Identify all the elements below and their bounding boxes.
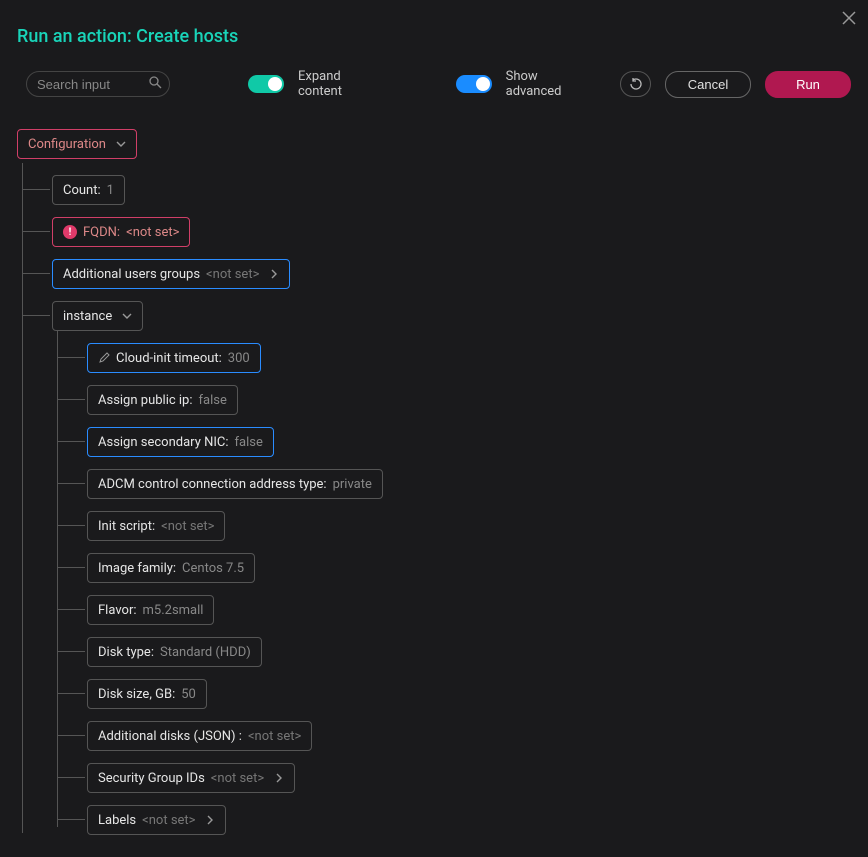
node-value: false xyxy=(234,435,262,450)
chevron-right-icon xyxy=(269,269,279,279)
node-label: Security Group IDs xyxy=(98,771,205,786)
node-value: 300 xyxy=(228,351,250,366)
flavor-node[interactable]: Flavor: m5.2small xyxy=(87,595,214,625)
node-value: 50 xyxy=(181,687,196,702)
node-value: m5.2small xyxy=(143,603,204,618)
run-button[interactable]: Run xyxy=(765,71,851,98)
node-label: Disk type: xyxy=(98,645,154,660)
node-value: false xyxy=(199,393,227,408)
node-value: 1 xyxy=(107,183,114,198)
disk-type-node[interactable]: Disk type: Standard (HDD) xyxy=(87,637,262,667)
show-advanced-label: Show advanced xyxy=(506,69,593,99)
chevron-right-icon xyxy=(274,773,284,783)
node-label: Cloud-init timeout: xyxy=(116,351,222,366)
assign-secondary-nic-node[interactable]: Assign secondary NIC: false xyxy=(87,427,274,457)
node-label: Additional disks (JSON) : xyxy=(98,729,242,744)
dialog-title: Run an action: Create hosts xyxy=(0,0,868,59)
search-icon xyxy=(149,76,162,93)
node-value: <not set> xyxy=(211,771,264,786)
node-value: private xyxy=(333,477,372,492)
image-family-node[interactable]: Image family: Centos 7.5 xyxy=(87,553,255,583)
expand-content-label: Expand content xyxy=(298,69,384,99)
node-label: Configuration xyxy=(28,137,106,152)
cloud-init-timeout-node[interactable]: Cloud-init timeout: 300 xyxy=(87,343,261,373)
additional-disks-node[interactable]: Additional disks (JSON) : <not set> xyxy=(87,721,312,751)
configuration-node[interactable]: Configuration xyxy=(17,129,137,159)
chevron-down-icon xyxy=(122,311,132,321)
node-label: Additional users groups xyxy=(63,267,200,282)
warning-icon: ! xyxy=(63,225,77,239)
node-label: Image family: xyxy=(98,561,176,576)
node-label: Flavor: xyxy=(98,603,137,618)
node-label: Count: xyxy=(63,183,101,198)
node-label: ADCM control connection address type: xyxy=(98,477,327,492)
instance-node[interactable]: instance xyxy=(52,301,143,331)
reset-button[interactable] xyxy=(620,71,651,97)
node-label: Assign secondary NIC: xyxy=(98,435,228,450)
node-label: Init script: xyxy=(98,519,155,534)
adcm-address-type-node[interactable]: ADCM control connection address type: pr… xyxy=(87,469,383,499)
node-value: <not set> xyxy=(248,729,301,744)
node-label: Disk size, GB: xyxy=(98,687,175,702)
node-value: <not set> xyxy=(161,519,214,534)
show-advanced-toggle[interactable] xyxy=(456,75,492,93)
fqdn-node[interactable]: ! FQDN: <not set> xyxy=(52,217,190,247)
pencil-icon xyxy=(98,352,110,364)
chevron-right-icon xyxy=(205,815,215,825)
count-node[interactable]: Count: 1 xyxy=(52,175,125,205)
node-value: <not set> xyxy=(206,267,259,282)
chevron-down-icon xyxy=(116,139,126,149)
init-script-node[interactable]: Init script: <not set> xyxy=(87,511,225,541)
disk-size-node[interactable]: Disk size, GB: 50 xyxy=(87,679,207,709)
node-value: <not set> xyxy=(142,813,195,828)
expand-content-toggle[interactable] xyxy=(248,75,284,93)
node-label: Assign public ip: xyxy=(98,393,193,408)
close-icon[interactable] xyxy=(842,10,856,29)
labels-node[interactable]: Labels <not set> xyxy=(87,805,226,835)
node-label: FQDN: xyxy=(83,225,120,240)
security-group-ids-node[interactable]: Security Group IDs <not set> xyxy=(87,763,295,793)
node-label: instance xyxy=(63,309,112,324)
refresh-icon xyxy=(629,77,643,91)
cancel-button[interactable]: Cancel xyxy=(665,71,751,98)
additional-users-groups-node[interactable]: Additional users groups <not set> xyxy=(52,259,290,289)
config-tree: Configuration Count: 1 ! FQDN: <not set>… xyxy=(0,109,868,857)
node-value: Centos 7.5 xyxy=(182,561,244,576)
node-label: Labels xyxy=(98,813,136,828)
node-value: <not set> xyxy=(126,225,179,240)
toolbar: Expand content Show advanced Cancel Run xyxy=(0,59,868,109)
node-value: Standard (HDD) xyxy=(160,645,251,660)
assign-public-ip-node[interactable]: Assign public ip: false xyxy=(87,385,238,415)
